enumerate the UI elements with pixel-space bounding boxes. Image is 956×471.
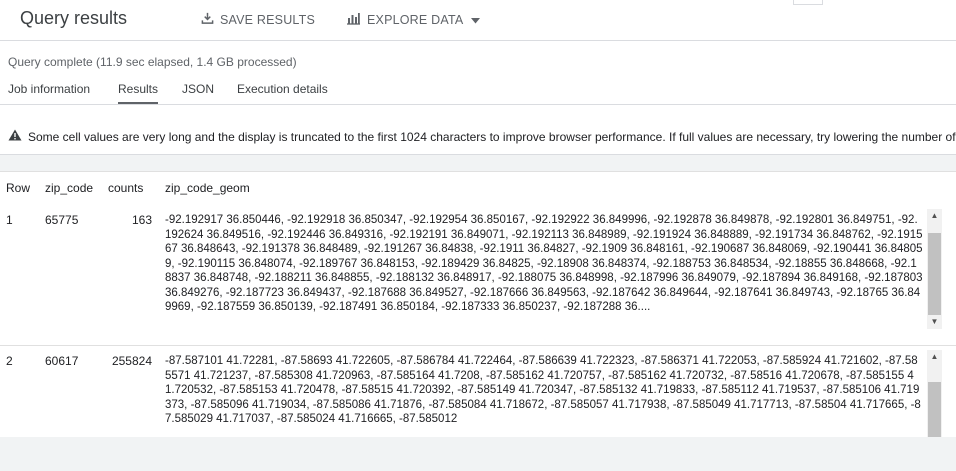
results-table: Row zip_code counts zip_code_geom 1 6577… <box>0 171 956 437</box>
zip-code-geom-cell: -87.587101 41.72281, -87.58693 41.722605… <box>165 355 921 425</box>
zip-code-geom-cell: -92.192917 36.850446, -92.192918 36.8503… <box>165 214 923 313</box>
cell-scrollbar[interactable]: ▲ <box>927 350 942 437</box>
zip-code-cell: 65775 <box>45 213 79 227</box>
download-icon <box>201 12 220 28</box>
top-bar: Query results SAVE RESULTS EXPLORE DATA <box>0 0 956 40</box>
column-header-zip-code-geom: zip_code_geom <box>165 181 250 195</box>
row-number-cell: 2 <box>6 354 13 368</box>
tab-results[interactable]: Results <box>118 82 159 104</box>
column-header-zip-code: zip_code <box>45 181 94 195</box>
divider <box>0 104 956 105</box>
column-header-counts: counts <box>108 181 144 195</box>
zip-code-cell: 60617 <box>45 354 79 368</box>
row-number-cell: 1 <box>6 213 13 227</box>
results-tabs: Job information Results JSON Execution d… <box>0 80 956 104</box>
scroll-up-arrow-icon[interactable]: ▲ <box>927 209 942 223</box>
explore-data-button[interactable]: EXPLORE DATA <box>346 12 486 28</box>
counts-cell: 255824 <box>111 354 152 368</box>
cell-scrollbar[interactable]: ▲ ▼ <box>927 209 942 329</box>
table-row: 1 65775 163 -92.192917 36.850446, -92.19… <box>0 205 956 346</box>
tab-json[interactable]: JSON <box>182 82 214 104</box>
toolbar-corner-button[interactable] <box>793 0 823 5</box>
table-header: Row zip_code counts zip_code_geom <box>0 171 956 206</box>
page-title: Query results <box>20 8 128 28</box>
save-results-button[interactable]: SAVE RESULTS <box>201 12 315 28</box>
scroll-up-arrow-icon[interactable]: ▲ <box>927 350 942 364</box>
warning-triangle-icon <box>8 129 28 144</box>
bar-chart-icon <box>346 12 367 28</box>
truncation-warning: Some cell values are very long and the d… <box>8 129 956 144</box>
warning-text: Some cell values are very long and the d… <box>28 129 956 144</box>
table-row: 2 60617 255824 -87.587101 41.72281, -87.… <box>0 346 956 437</box>
scrollbar-thumb[interactable] <box>928 233 941 315</box>
save-results-label: SAVE RESULTS <box>220 13 316 27</box>
column-header-row: Row <box>6 181 31 195</box>
explore-data-label: EXPLORE DATA <box>367 13 464 27</box>
query-status: Query complete (11.9 sec elapsed, 1.4 GB… <box>8 55 297 69</box>
divider <box>0 40 956 41</box>
scrollbar-thumb[interactable] <box>928 382 941 437</box>
scroll-down-arrow-icon[interactable]: ▼ <box>927 315 942 329</box>
tab-job-information[interactable]: Job information <box>8 82 90 104</box>
tab-execution-details[interactable]: Execution details <box>237 82 328 104</box>
chevron-down-icon[interactable] <box>471 13 486 27</box>
counts-cell: 163 <box>131 213 152 227</box>
